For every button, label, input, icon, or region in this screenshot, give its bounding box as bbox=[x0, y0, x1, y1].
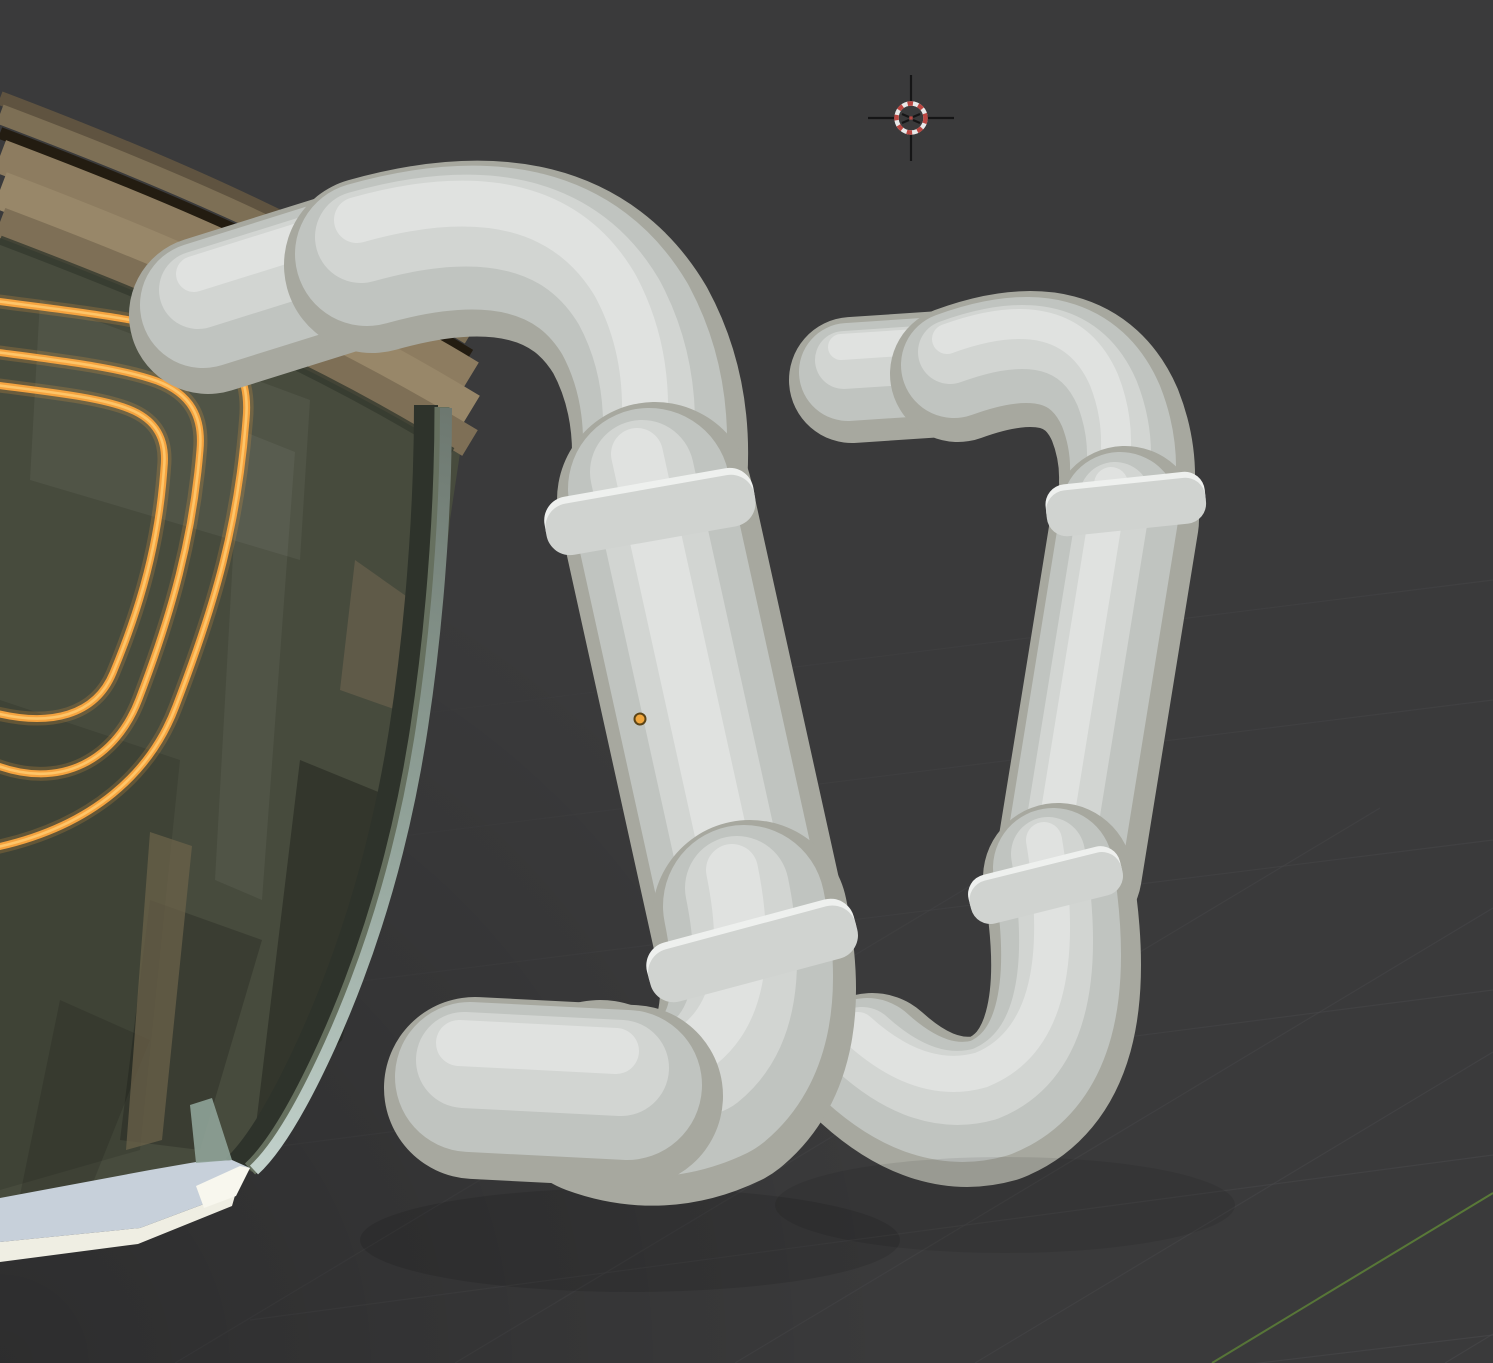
object-origin-dot bbox=[635, 714, 646, 725]
viewport-canvas[interactable] bbox=[0, 0, 1493, 1363]
large-pipe-bottom-tube bbox=[459, 1043, 632, 1096]
blender-3d-viewport[interactable] bbox=[0, 0, 1493, 1363]
